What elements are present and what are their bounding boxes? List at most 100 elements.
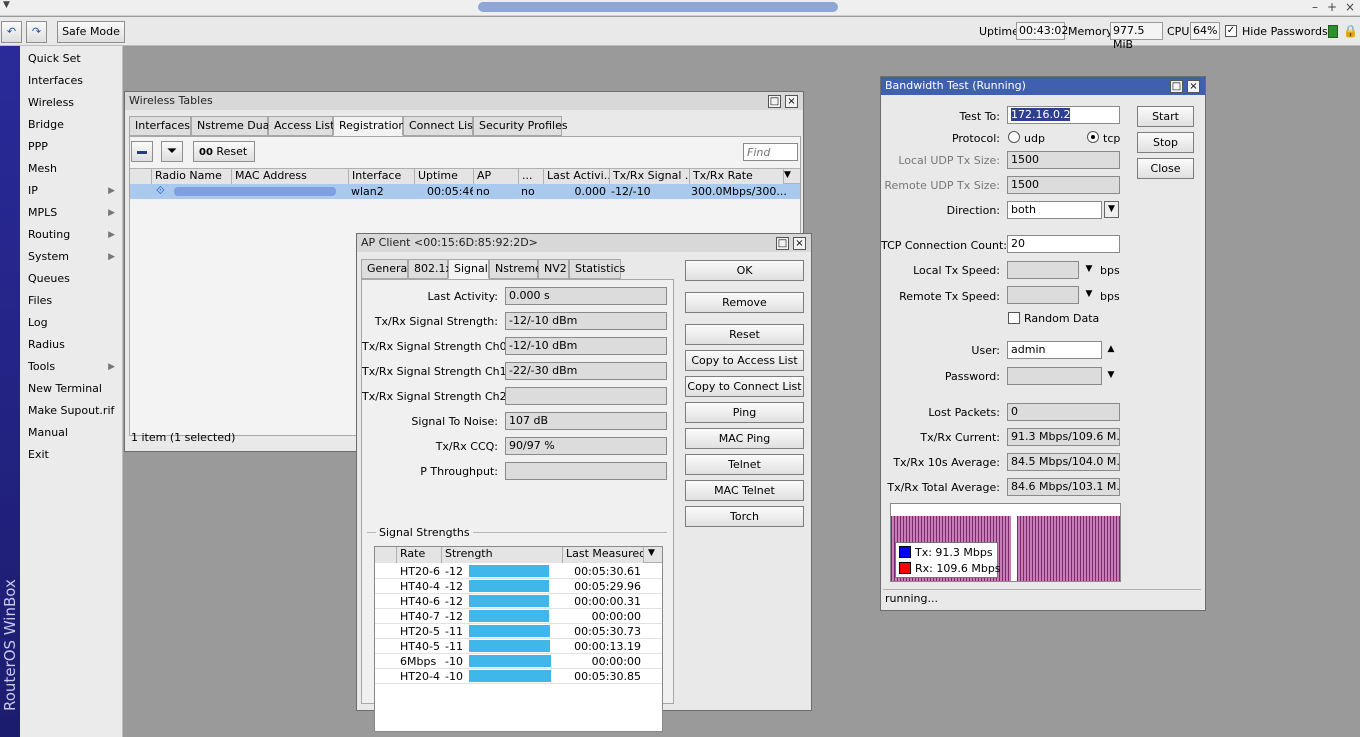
columns-dropdown-icon[interactable]: ▼ — [784, 170, 791, 180]
password-field[interactable] — [1007, 367, 1102, 385]
ping-button[interactable]: Ping — [685, 402, 804, 423]
column-radio-name[interactable]: Radio Name — [152, 169, 232, 185]
start-button[interactable]: Start — [1137, 106, 1194, 127]
menu-item-routing[interactable]: Routing ▶ — [20, 224, 123, 246]
table-row[interactable]: HT20-4 -10 00:05:30.85 — [375, 669, 662, 684]
menu-item-ip[interactable]: IP ▶ — [20, 180, 123, 202]
close-button[interactable]: Close — [1137, 158, 1194, 179]
table-row[interactable]: HT40-7 -12 00:00:00 — [375, 609, 662, 624]
test-to-field[interactable]: 172.16.0.2 — [1007, 106, 1120, 124]
maximize-icon[interactable]: + — [1325, 0, 1339, 14]
table-row[interactable]: HT20-6 -12 00:05:30.61 — [375, 564, 662, 579]
column-tx-rx-rate[interactable]: Tx/Rx Rate — [690, 169, 784, 185]
table-row[interactable]: HT20-5 -11 00:05:30.73 — [375, 624, 662, 639]
mac-telnet-button[interactable]: MAC Telnet — [685, 480, 804, 501]
hide-passwords-checkbox[interactable]: ✓ — [1225, 25, 1237, 37]
random-data-checkbox[interactable] — [1008, 312, 1020, 324]
menu-item-tools[interactable]: Tools ▶ — [20, 356, 123, 378]
mac-ping-button[interactable]: MAC Ping — [685, 428, 804, 449]
column-strength[interactable]: Strength — [442, 547, 563, 563]
column-interface[interactable]: Interface — [349, 169, 415, 185]
menu-item-files[interactable]: Files — [20, 290, 123, 312]
redo-button[interactable]: ↷ — [26, 21, 47, 43]
columns-dropdown-icon[interactable]: ▼ — [648, 548, 655, 558]
tcp-radio[interactable] — [1087, 131, 1099, 143]
menu-item-ppp[interactable]: PPP — [20, 136, 123, 158]
user-field[interactable]: admin — [1007, 341, 1102, 359]
menu-item-make-supout-rif[interactable]: Make Supout.rif — [20, 400, 123, 422]
direction-select[interactable]: both — [1007, 201, 1102, 219]
tab-connect-list[interactable]: Connect List — [403, 116, 477, 136]
menu-item-exit[interactable]: Exit — [20, 444, 123, 466]
direction-dropdown-icon[interactable]: ▼ — [1104, 201, 1119, 218]
remove-button[interactable]: Remove — [685, 292, 804, 313]
menu-item-interfaces[interactable]: Interfaces — [20, 70, 123, 92]
minimize-icon[interactable]: – — [1308, 0, 1322, 14]
table-row[interactable]: 6Mbps -10 00:00:00 — [375, 654, 662, 669]
tab-nstreme[interactable]: Nstreme — [489, 259, 542, 279]
close-icon[interactable]: × — [1343, 0, 1357, 14]
menu-item-wireless[interactable]: Wireless — [20, 92, 123, 114]
column-uptime[interactable]: Uptime — [415, 169, 474, 185]
menu-item-bridge[interactable]: Bridge — [20, 114, 123, 136]
menu-item-system[interactable]: System ▶ — [20, 246, 123, 268]
user-collapse-icon[interactable]: ▲ — [1104, 342, 1118, 358]
system-menu-icon[interactable]: ▼ — [3, 0, 10, 10]
filter-button[interactable]: ⏷ — [161, 141, 183, 162]
menu-item-manual[interactable]: Manual — [20, 422, 123, 444]
menu-item-new-terminal[interactable]: New Terminal — [20, 378, 123, 400]
tcp-count-field[interactable]: 20 — [1007, 235, 1120, 253]
ap-client-maximize-icon[interactable]: □ — [776, 237, 789, 250]
menu-item-mpls[interactable]: MPLS ▶ — [20, 202, 123, 224]
reset-counters-button[interactable]: 00 Reset — [193, 141, 255, 162]
table-row[interactable]: HT40-4 -12 00:05:29.96 — [375, 579, 662, 594]
remote-tx-field[interactable] — [1007, 286, 1079, 304]
wireless-close-icon[interactable]: × — [785, 95, 798, 108]
bwtest-close-icon[interactable]: × — [1187, 80, 1200, 93]
remove-entry-button[interactable] — [131, 141, 153, 162]
column-mac-address[interactable]: MAC Address — [232, 169, 349, 185]
ap-client-close-icon[interactable]: × — [793, 237, 806, 250]
menu-item-mesh[interactable]: Mesh — [20, 158, 123, 180]
column-tx-rx-signal[interactable]: Tx/Rx Signal ... — [610, 169, 690, 185]
local-tx-dropdown-icon[interactable]: ▼ — [1082, 262, 1096, 278]
column-ap[interactable]: AP — [474, 169, 519, 185]
telnet-button[interactable]: Telnet — [685, 454, 804, 475]
table-row[interactable]: HT40-6 -12 00:00:00.31 — [375, 594, 662, 609]
tab-802-1x[interactable]: 802.1x — [408, 259, 452, 279]
column-last-activi[interactable]: Last Activi... — [544, 169, 610, 185]
stop-button[interactable]: Stop — [1137, 132, 1194, 153]
table-row[interactable]: HT40-5 -11 00:00:13.19 — [375, 639, 662, 654]
undo-button[interactable]: ↶ — [1, 21, 22, 43]
menu-item-radius[interactable]: Radius — [20, 334, 123, 356]
tab-interfaces[interactable]: Interfaces — [129, 116, 191, 136]
find-input[interactable] — [743, 143, 798, 161]
menu-item-quick-set[interactable]: Quick Set — [20, 48, 123, 70]
password-dropdown-icon[interactable]: ▼ — [1104, 368, 1118, 384]
tab-access-list[interactable]: Access List — [268, 116, 334, 136]
local-tx-field[interactable] — [1007, 261, 1079, 279]
column-rate[interactable]: Rate — [397, 547, 442, 563]
remote-tx-dropdown-icon[interactable]: ▼ — [1082, 287, 1096, 303]
menu-item-log[interactable]: Log — [20, 312, 123, 334]
tab-statistics[interactable]: Statistics — [569, 259, 625, 279]
tab-nv2[interactable]: NV2 — [538, 259, 569, 279]
tab-general[interactable]: General — [361, 259, 410, 279]
local-udp-field[interactable]: 1500 — [1007, 151, 1120, 169]
bwtest-maximize-icon[interactable]: □ — [1170, 80, 1183, 93]
column-last-measured[interactable]: Last Measured — [563, 547, 644, 563]
wireless-maximize-icon[interactable]: □ — [768, 95, 781, 108]
copy-to-access-list-button[interactable]: Copy to Access List — [685, 350, 804, 371]
copy-to-connect-list-button[interactable]: Copy to Connect List — [685, 376, 804, 397]
menu-item-queues[interactable]: Queues — [20, 268, 123, 290]
tab-registration[interactable]: Registration — [333, 116, 405, 136]
torch-button[interactable]: Torch — [685, 506, 804, 527]
udp-radio[interactable] — [1008, 131, 1020, 143]
column-col[interactable]: ... — [519, 169, 544, 185]
tab-security-profiles[interactable]: Security Profiles — [473, 116, 568, 136]
tab-signal[interactable]: Signal — [448, 259, 489, 279]
safe-mode-button[interactable]: Safe Mode — [57, 21, 125, 43]
tab-nstreme-dual[interactable]: Nstreme Dual — [191, 116, 273, 136]
remote-udp-field[interactable]: 1500 — [1007, 176, 1120, 194]
reset-button[interactable]: Reset — [685, 324, 804, 345]
